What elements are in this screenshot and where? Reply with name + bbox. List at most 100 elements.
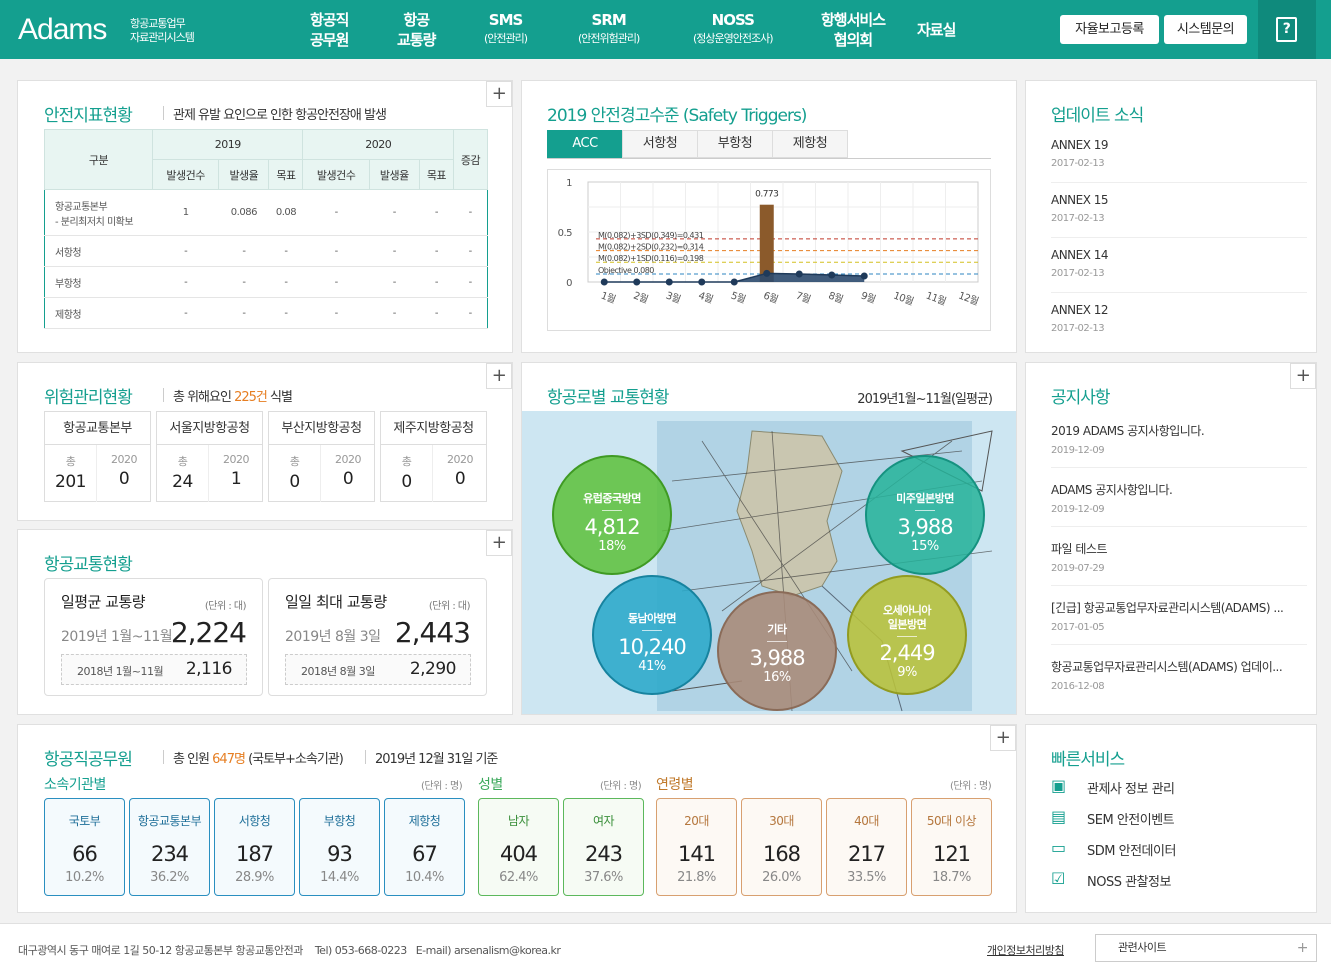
staff-date: 2019년 12월 31일 기준 xyxy=(365,748,498,767)
stat-label: 제항청 xyxy=(408,814,441,828)
inquiry-button[interactable]: 시스템문의 xyxy=(1164,15,1247,44)
nav-item-sms[interactable]: SMS (안전관리) xyxy=(484,10,528,48)
plus-icon: + xyxy=(1296,940,1309,956)
staff-stat-box: 30대 168 26.0% xyxy=(741,798,822,896)
notice-panel: 공지사항 + 2019 ADAMS 공지사항입니다. 2019-12-09 ADA… xyxy=(1025,362,1317,715)
risk-box[interactable]: 항공교통본부 총 201 2020 0 xyxy=(44,411,151,502)
x-tick-label: 3월 xyxy=(664,290,682,306)
panel-subtitle: 총 위해요인 225건 식별 xyxy=(163,386,293,405)
chat-icon: ▤ xyxy=(1051,807,1066,826)
stat-value: 217 xyxy=(847,842,886,866)
stat-percent: 62.4% xyxy=(499,870,538,885)
expand-button[interactable]: + xyxy=(486,81,512,107)
list-item[interactable]: ANNEX 14 2017-02-13 xyxy=(1051,248,1109,279)
stat-label: 부항청 xyxy=(323,814,356,828)
list-item[interactable]: ANNEX 15 2017-02-13 xyxy=(1051,193,1109,224)
panel-subtitle: 총 인원 647명 (국토부+소속기관) xyxy=(163,748,344,767)
x-tick-label: 8월 xyxy=(827,290,845,306)
risk-box[interactable]: 제주지방항공청 총 0 2020 0 xyxy=(380,411,487,502)
data-point xyxy=(763,269,771,277)
privacy-link[interactable]: 개인정보처리방침 xyxy=(987,942,1064,958)
max-traffic-box: 일일 최대 교통량 (단위 : 대) 2019년 8월 3일 2,443 2018년… xyxy=(268,578,487,696)
data-point xyxy=(730,278,738,286)
nav-item-library[interactable]: 자료실 xyxy=(917,20,956,40)
staff-stat-box: 남자 404 62.4% xyxy=(478,798,559,896)
route-map[interactable]: 유럽중국방면 4,812 18% 미주일본방면 3,988 15% 동남아방면 10,24… xyxy=(522,411,1016,714)
stat-value: 141 xyxy=(677,842,716,866)
list-item[interactable]: 파일 테스트 2019-07-29 xyxy=(1051,540,1291,574)
stat-value: 243 xyxy=(584,842,623,866)
footer: 대구광역시 동구 매여로 1길 50-12 항공교통본부 항공교통안전과 Tel… xyxy=(0,923,1331,973)
col-header: 발생율 xyxy=(218,159,270,190)
x-tick-label: 1월 xyxy=(599,290,617,306)
unit-label: (단위 : 명) xyxy=(421,781,463,792)
stat-value: 67 xyxy=(412,842,438,866)
group-title: 연령별 xyxy=(656,777,694,793)
list-item[interactable]: [긴급] 항공교통업무자료관리시스템(ADAMS) ... 2017-01-05 xyxy=(1051,599,1291,633)
avg-traffic-box: 일평균 교통량 (단위 : 대) 2019년 1월~11월 2,224 2018년 … xyxy=(44,578,263,696)
nav-item-srm[interactable]: SRM (안전위험관리) xyxy=(578,10,640,48)
staff-stat-box: 국토부 66 10.2% xyxy=(44,798,125,896)
x-tick-label: 12월 xyxy=(957,290,981,308)
stat-percent: 37.6% xyxy=(584,870,623,885)
list-item[interactable]: 항공교통업무자료관리시스템(ADAMS) 업데이... 2016-12-08 xyxy=(1051,658,1291,692)
expand-button[interactable]: + xyxy=(486,363,512,389)
route-circle-oceania-japan[interactable]: 오세아니아 일본방면 2,449 9% xyxy=(847,575,967,695)
route-period: 2019년1월~11월(일평균) xyxy=(857,392,993,407)
tab-busan[interactable]: 부항청 xyxy=(697,130,773,158)
route-circle-america-japan[interactable]: 미주일본방면 3,988 15% xyxy=(865,455,985,575)
nav-item-traffic[interactable]: 항공 교통량 xyxy=(397,10,436,50)
quick-service-panel: 빠른서비스 ▣ 관제사 정보 관리 ▤ SEM 안전이벤트 ▭ SDM 안전데이터 ☑… xyxy=(1025,724,1317,913)
risk-box[interactable]: 서울지방항공청 총 24 2020 1 xyxy=(156,411,263,502)
route-circle-europe-china[interactable]: 유럽중국방면 4,812 18% xyxy=(552,455,672,575)
expand-button[interactable]: + xyxy=(1290,363,1316,389)
panel-title: 위험관리현황 xyxy=(44,388,133,408)
col-header: 증감 xyxy=(452,129,489,190)
x-tick-label: 4월 xyxy=(697,290,715,306)
col-header: 목표 xyxy=(418,159,454,190)
list-item[interactable]: ANNEX 12 2017-02-13 xyxy=(1051,303,1109,334)
related-sites-select[interactable]: 관련사이트 + xyxy=(1095,934,1317,962)
data-point xyxy=(860,272,868,280)
group-title: 소속기관별 xyxy=(44,777,106,793)
group-title: 성별 xyxy=(478,777,503,793)
col-header: 발생건수 xyxy=(302,159,370,190)
list-item[interactable]: ANNEX 19 2017-02-13 xyxy=(1051,138,1109,169)
col-header: 발생율 xyxy=(368,159,420,190)
stat-label: 국토부 xyxy=(68,814,101,828)
threshold-label: Objective 0.080 xyxy=(598,266,654,275)
nav-item-council[interactable]: 항행서비스 협의회 xyxy=(821,10,886,50)
nav-item-staff[interactable]: 항공직 공무원 xyxy=(310,10,349,50)
list-item[interactable]: 2019 ADAMS 공지사항입니다. 2019-12-09 xyxy=(1051,422,1291,456)
logo[interactable]: Adams xyxy=(18,13,107,47)
nav-item-noss[interactable]: NOSS (정상운영안전조사) xyxy=(693,10,774,48)
panel-title: 공지사항 xyxy=(1051,388,1111,408)
staff-panel: 항공직공무원 총 인원 647명 (국토부+소속기관) 2019년 12월 31… xyxy=(17,724,1017,913)
list-item[interactable]: ADAMS 공지사항입니다. 2019-12-09 xyxy=(1051,481,1291,515)
route-circle-southeast-asia[interactable]: 동남아방면 10,240 41% xyxy=(592,575,712,695)
route-circle-other[interactable]: 기타 3,988 16% xyxy=(717,591,837,711)
panel-title: 2019 안전경고수준 (Safety Triggers) xyxy=(547,106,807,126)
stat-label: 50대 이상 xyxy=(926,814,977,828)
x-tick-label: 2월 xyxy=(632,290,650,306)
stat-label: 서항청 xyxy=(238,814,271,828)
stat-value: 187 xyxy=(235,842,274,866)
risk-box[interactable]: 부산지방항공청 총 0 2020 0 xyxy=(268,411,375,502)
stat-percent: 14.4% xyxy=(320,870,359,885)
report-button[interactable]: 자율보고등록 xyxy=(1060,15,1159,44)
data-point xyxy=(600,278,608,286)
tab-acc[interactable]: ACC xyxy=(547,130,623,158)
data-point xyxy=(828,271,836,279)
x-tick-label: 11월 xyxy=(924,290,948,308)
staff-stat-box: 제항청 67 10.4% xyxy=(384,798,465,896)
tab-jeju[interactable]: 제항청 xyxy=(772,130,848,158)
stat-label: 여자 xyxy=(592,814,615,828)
staff-stat-box: 부항청 93 14.4% xyxy=(299,798,380,896)
expand-button[interactable]: + xyxy=(486,530,512,556)
expand-button[interactable]: + xyxy=(990,725,1016,751)
staff-stat-box: 여자 243 37.6% xyxy=(563,798,644,896)
help-button[interactable]: ? xyxy=(1258,0,1316,59)
panel-subtitle: 관제 유발 요인으로 인한 항공안전장애 발생 xyxy=(163,104,387,123)
tab-seoul[interactable]: 서항청 xyxy=(622,130,698,158)
monitor-icon: ▭ xyxy=(1051,838,1066,857)
